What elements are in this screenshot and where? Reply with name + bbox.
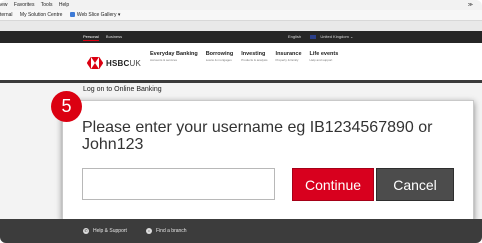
site-top-strip: Personal Business English United Kingdom… bbox=[0, 31, 482, 43]
continue-button[interactable]: Continue bbox=[292, 168, 374, 201]
browser-window: iew Favorites Tools Help ≫ ternal My Sol… bbox=[0, 0, 482, 243]
menu-tools[interactable]: Tools bbox=[41, 2, 53, 8]
main-nav: Everyday Banking Accounts & services Bor… bbox=[150, 51, 346, 62]
web-slice-label: Web Slice Gallery ▾ bbox=[76, 12, 121, 18]
favorite-item-solution-centre[interactable]: My Solution Centre bbox=[20, 12, 63, 18]
menu-view[interactable]: iew bbox=[0, 2, 8, 8]
step-badge: 5 bbox=[51, 91, 82, 122]
nav-subtitle: Property & family bbox=[275, 58, 299, 62]
nav-title: Investing bbox=[241, 51, 266, 57]
chevron-down-icon: ⌄ bbox=[349, 34, 354, 39]
nav-life-events[interactable]: Life events Help and support bbox=[310, 51, 339, 62]
nav-subtitle: Loans & mortgages bbox=[205, 58, 232, 62]
chevron-right-icon[interactable]: ≫ bbox=[468, 0, 473, 10]
find-branch-label: Find a branch bbox=[156, 228, 187, 234]
cancel-button[interactable]: Cancel bbox=[376, 168, 454, 201]
username-input[interactable] bbox=[82, 168, 275, 200]
hsbc-hexagon-icon bbox=[87, 57, 103, 69]
phone-icon: ✆ bbox=[83, 228, 89, 234]
menu-favorites[interactable]: Favorites bbox=[14, 2, 35, 8]
help-support-label: Help & Support bbox=[93, 228, 127, 234]
nav-investing[interactable]: Investing Products & analysis bbox=[241, 51, 267, 62]
nav-title: Life events bbox=[309, 51, 339, 57]
menu-help[interactable]: Help bbox=[59, 2, 69, 8]
nav-everyday-banking[interactable]: Everyday Banking Accounts & services bbox=[150, 51, 198, 62]
nav-insurance[interactable]: Insurance Property & family bbox=[276, 51, 302, 62]
favorite-item-external[interactable]: ternal bbox=[0, 12, 13, 18]
site-header: HSBCUK Everyday Banking Accounts & servi… bbox=[0, 43, 482, 81]
find-branch-link[interactable]: • Find a branch bbox=[146, 228, 187, 234]
logo-wordmark: HSBCUK bbox=[106, 59, 141, 68]
username-prompt: Please enter your username eg IB12345678… bbox=[82, 119, 433, 153]
help-support-link[interactable]: ✆ Help & Support bbox=[83, 228, 127, 234]
page-top-gap bbox=[0, 21, 482, 31]
location-pin-icon: • bbox=[146, 228, 152, 234]
language-selector[interactable]: English bbox=[288, 34, 301, 39]
nav-title: Insurance bbox=[275, 51, 302, 57]
logo-text: HSBC bbox=[106, 58, 130, 68]
tab-personal[interactable]: Personal bbox=[83, 34, 99, 41]
logo-country: UK bbox=[129, 58, 141, 68]
tab-business[interactable]: Business bbox=[106, 34, 122, 39]
nav-title: Borrowing bbox=[205, 51, 234, 57]
uk-flag-icon bbox=[310, 35, 317, 39]
favorite-item-web-slice-gallery[interactable]: Web Slice Gallery ▾ bbox=[69, 12, 121, 18]
nav-subtitle: Products & analysis bbox=[241, 58, 268, 62]
page-title: Log on to Online Banking bbox=[83, 86, 162, 93]
region-selector[interactable]: United Kingdom bbox=[320, 34, 348, 39]
nav-subtitle: Accounts & services bbox=[150, 58, 178, 62]
site-footer: ✆ Help & Support • Find a branch bbox=[0, 219, 482, 243]
hsbc-logo[interactable]: HSBCUK bbox=[87, 57, 141, 69]
web-slice-icon bbox=[69, 12, 75, 17]
nav-subtitle: Help and support bbox=[309, 58, 333, 62]
nav-title: Everyday Banking bbox=[150, 51, 198, 57]
favorites-bar: ternal My Solution Centre Web Slice Gall… bbox=[0, 10, 482, 21]
login-panel bbox=[62, 100, 474, 220]
nav-borrowing[interactable]: Borrowing Loans & mortgages bbox=[206, 51, 234, 62]
browser-menu-bar: iew Favorites Tools Help ≫ bbox=[0, 0, 482, 10]
